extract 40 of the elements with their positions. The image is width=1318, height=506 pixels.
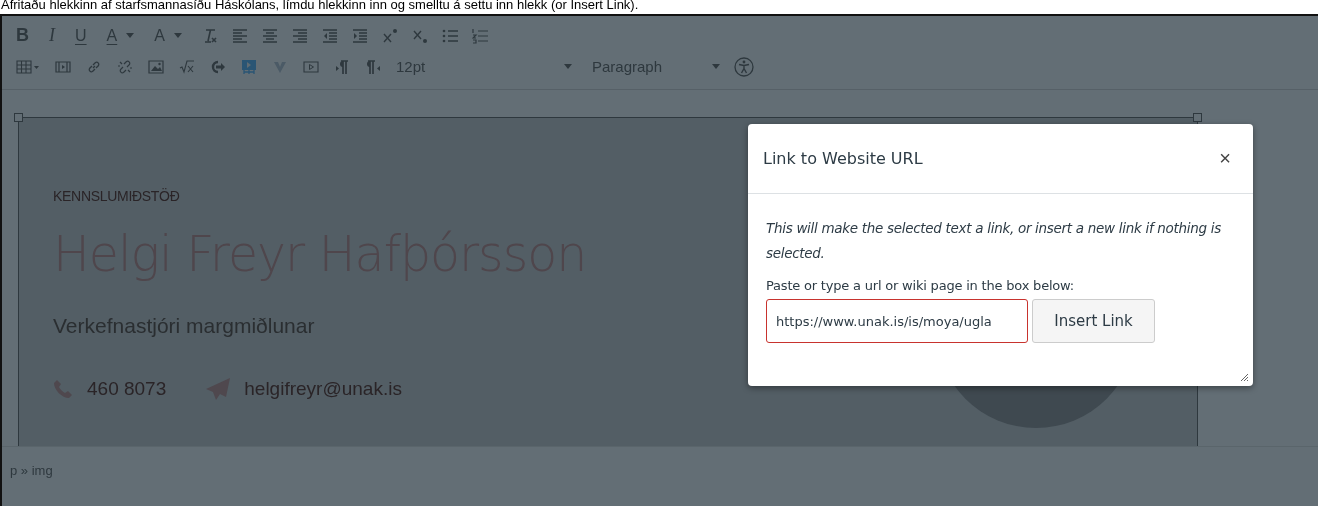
caret-icon bbox=[712, 64, 720, 69]
caret-icon bbox=[564, 64, 572, 69]
video-icon[interactable] bbox=[303, 58, 319, 75]
ltr-paragraph-icon[interactable] bbox=[334, 58, 350, 75]
format-button[interactable]: A bbox=[106, 26, 135, 45]
email-address: helgifreyr@unak.is bbox=[244, 378, 402, 400]
accessibility-icon[interactable] bbox=[734, 56, 754, 77]
paragraph-format-dropdown[interactable]: Paragraph bbox=[592, 58, 720, 75]
caret-icon bbox=[173, 33, 182, 38]
format-button[interactable]: A bbox=[154, 26, 182, 45]
instruction-text: Afritaðu hlekkinn af starfsmannasíðu Háskólans, límdu hlekkinn inn og smelltu á settu inn hlekk (or Insert Link). bbox=[0, 0, 640, 14]
dialog-title: Link to Website URL bbox=[763, 149, 923, 168]
image-icon[interactable] bbox=[148, 58, 164, 75]
numbered-list-icon[interactable] bbox=[471, 27, 488, 44]
table-icon[interactable] bbox=[16, 58, 40, 75]
close-button[interactable]: × bbox=[1215, 147, 1235, 170]
phone-number: 460 8073 bbox=[87, 378, 167, 400]
insert-link-button[interactable]: Insert Link bbox=[1032, 299, 1155, 343]
align-icon[interactable] bbox=[291, 27, 308, 44]
url-input-field[interactable]: https://www.unak.is/is/moya/ugla bbox=[766, 299, 1028, 343]
resize-handle[interactable] bbox=[1193, 113, 1202, 122]
presentation-icon[interactable] bbox=[241, 58, 257, 75]
media-icon[interactable] bbox=[55, 58, 71, 75]
share-icon[interactable] bbox=[210, 58, 226, 75]
department-label: KENNSLUMIÐSTÖÐ bbox=[53, 188, 180, 204]
indent-icon[interactable] bbox=[351, 27, 368, 44]
caret-icon bbox=[126, 33, 135, 38]
align-icon[interactable] bbox=[261, 27, 278, 44]
rtl-paragraph-icon[interactable] bbox=[365, 58, 381, 75]
resize-handle[interactable] bbox=[14, 113, 23, 122]
resize-grip-icon[interactable] bbox=[1239, 372, 1249, 382]
field-label: Paste or type a url or wiki page in the box below: bbox=[766, 278, 1075, 293]
bullet-list-icon[interactable] bbox=[441, 27, 458, 44]
phone-icon bbox=[53, 379, 73, 399]
unlink-icon[interactable] bbox=[117, 58, 133, 75]
indent-icon[interactable] bbox=[321, 27, 338, 44]
superscript-icon[interactable] bbox=[381, 27, 398, 44]
equation-icon[interactable] bbox=[179, 58, 195, 75]
align-icon[interactable] bbox=[231, 27, 248, 44]
paper-plane-icon bbox=[206, 378, 231, 400]
